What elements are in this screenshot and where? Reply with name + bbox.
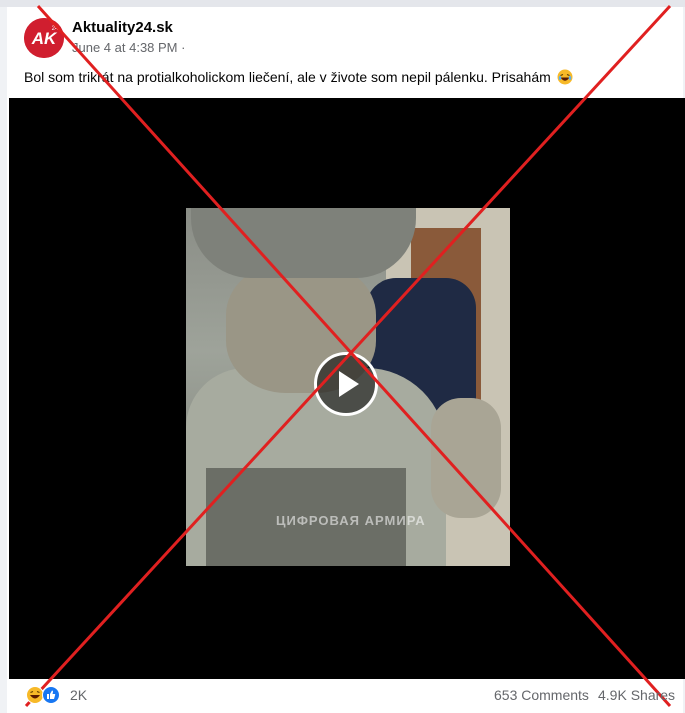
post-text-content: Bol som trikrát na protialkoholickom lie… xyxy=(24,69,551,85)
post-timestamp[interactable]: June 4 at 4:38 PM xyxy=(72,40,178,55)
top-border xyxy=(0,0,685,7)
reaction-count[interactable]: 2K xyxy=(70,687,87,703)
video-watermark: ЦИФРОВАЯ АРМИРА xyxy=(276,513,426,528)
play-button[interactable] xyxy=(314,352,378,416)
frame-helmet xyxy=(191,208,416,278)
play-icon xyxy=(339,371,359,397)
shares-link[interactable]: 4.9K Shares xyxy=(598,687,675,703)
svg-text:24: 24 xyxy=(52,26,59,32)
frame-hand xyxy=(431,398,501,518)
comments-link[interactable]: 653 Comments xyxy=(494,687,589,703)
page-name-link[interactable]: Aktuality24.sk xyxy=(72,19,173,36)
post-meta: June 4 at 4:38 PM · xyxy=(72,40,185,55)
laughing-emoji-icon xyxy=(557,69,573,85)
page-avatar[interactable]: AK 24 xyxy=(24,18,64,58)
meta-separator: · xyxy=(177,40,186,55)
like-reaction-icon xyxy=(42,686,60,704)
post-text: Bol som trikrát na protialkoholickom lie… xyxy=(24,69,573,85)
